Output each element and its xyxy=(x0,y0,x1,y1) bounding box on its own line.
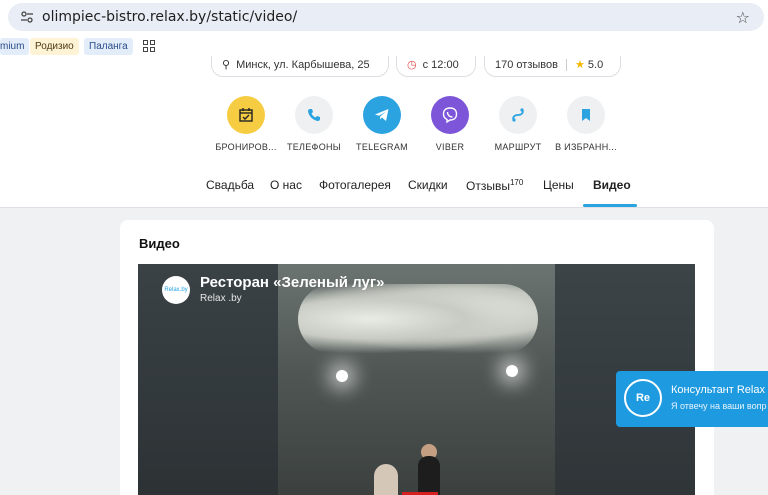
channel-logo[interactable]: Relax.by xyxy=(162,276,190,304)
groom-figure xyxy=(418,456,440,495)
chat-avatar: Re xyxy=(624,379,662,417)
chat-subtitle: Я отвечу на ваши вопр xyxy=(671,401,767,411)
bookmark-item[interactable]: mium xyxy=(0,38,30,55)
rating-value: 5.0 xyxy=(587,59,604,71)
bookmark-item[interactable]: Паланга xyxy=(84,38,133,55)
video-title[interactable]: Ресторан «Зеленый луг» xyxy=(200,274,384,291)
site-settings-icon[interactable] xyxy=(20,10,34,24)
booking-button[interactable]: БРОНИРОВ... xyxy=(210,96,282,152)
tab-discounts[interactable]: Скидки xyxy=(408,178,448,192)
video-channel[interactable]: Relax .by xyxy=(200,293,242,304)
viber-icon xyxy=(431,96,469,134)
location-pin-icon: ⚲ xyxy=(222,59,231,71)
action-label: БРОНИРОВ... xyxy=(215,142,277,152)
apps-grid-icon[interactable] xyxy=(143,40,155,52)
tab-about[interactable]: О нас xyxy=(270,178,302,192)
hours-text: с 12:00 xyxy=(422,59,459,71)
bookmark-star-icon[interactable]: ☆ xyxy=(736,8,750,28)
reviews-text: 170 отзывов xyxy=(495,59,558,71)
favorites-button[interactable]: В ИЗБРАНН... xyxy=(550,96,622,152)
address-text: Минск, ул. Карбышева, 25 xyxy=(236,59,370,71)
url-text[interactable]: olimpiec-bistro.relax.by/static/video/ xyxy=(42,9,297,25)
tab-prices[interactable]: Цены xyxy=(543,178,574,192)
action-label: VIBER xyxy=(435,142,465,152)
phones-button[interactable]: ТЕЛЕФОНЫ xyxy=(278,96,350,152)
bookmark-icon xyxy=(567,96,605,134)
page-content: ⚲ Минск, ул. Карбышева, 25 ◷ с 12:00 170 о… xyxy=(0,56,768,495)
bookmarks-bar: mium Родизио Паланга xyxy=(0,36,768,56)
phone-icon xyxy=(295,96,333,134)
video-card: Видео Relax.by Ресторан «Зеленый луг» Re… xyxy=(120,220,714,495)
hours-pill[interactable]: ◷ с 12:00 xyxy=(396,56,476,77)
action-label: В ИЗБРАНН... xyxy=(555,142,617,152)
address-pill[interactable]: ⚲ Минск, ул. Карбышева, 25 xyxy=(211,56,389,77)
bride-figure xyxy=(374,464,398,495)
action-label: TELEGRAM xyxy=(356,142,408,152)
card-title: Видео xyxy=(139,236,180,251)
stage-light xyxy=(336,370,348,382)
telegram-icon xyxy=(363,96,401,134)
chat-widget[interactable]: Re Консультант Relax Я отвечу на ваши во… xyxy=(616,371,768,427)
clock-icon: ◷ xyxy=(407,59,417,71)
video-frame-center xyxy=(278,264,555,495)
divider xyxy=(565,59,567,72)
stage-light xyxy=(506,365,518,377)
flower-decor xyxy=(298,284,538,354)
action-label: ТЕЛЕФОНЫ xyxy=(286,142,342,152)
restaurant-header: ⚲ Минск, ул. Карбышева, 25 ◷ с 12:00 170 о… xyxy=(0,56,768,208)
tab-reviews-label: Отзывы xyxy=(466,179,510,193)
tab-wedding[interactable]: Свадьба xyxy=(206,178,254,192)
route-icon xyxy=(499,96,537,134)
star-icon: ★ xyxy=(574,59,585,71)
address-bar[interactable]: olimpiec-bistro.relax.by/static/video/ ☆ xyxy=(8,3,764,31)
reviews-count-badge: 170 xyxy=(509,178,524,187)
tab-video[interactable]: Видео xyxy=(593,178,631,192)
video-player[interactable]: Relax.by Ресторан «Зеленый луг» Relax .b… xyxy=(138,264,695,495)
section-nav: Свадьба О нас Фотогалерея Скидки Отзывы1… xyxy=(0,172,768,208)
calendar-check-icon xyxy=(227,96,265,134)
tab-reviews[interactable]: Отзывы170 xyxy=(466,178,523,193)
bookmark-item[interactable]: Родизио xyxy=(30,38,79,55)
reviews-pill[interactable]: 170 отзывов ★ 5.0 xyxy=(484,56,621,77)
tab-gallery[interactable]: Фотогалерея xyxy=(319,178,391,192)
route-button[interactable]: МАРШРУТ xyxy=(482,96,554,152)
viber-button[interactable]: VIBER xyxy=(414,96,486,152)
active-tab-indicator xyxy=(583,204,637,207)
chat-title: Консультант Relax xyxy=(671,384,765,396)
action-label: МАРШРУТ xyxy=(494,142,542,152)
telegram-button[interactable]: TELEGRAM xyxy=(346,96,418,152)
browser-chrome: olimpiec-bistro.relax.by/static/video/ ☆… xyxy=(0,0,768,62)
